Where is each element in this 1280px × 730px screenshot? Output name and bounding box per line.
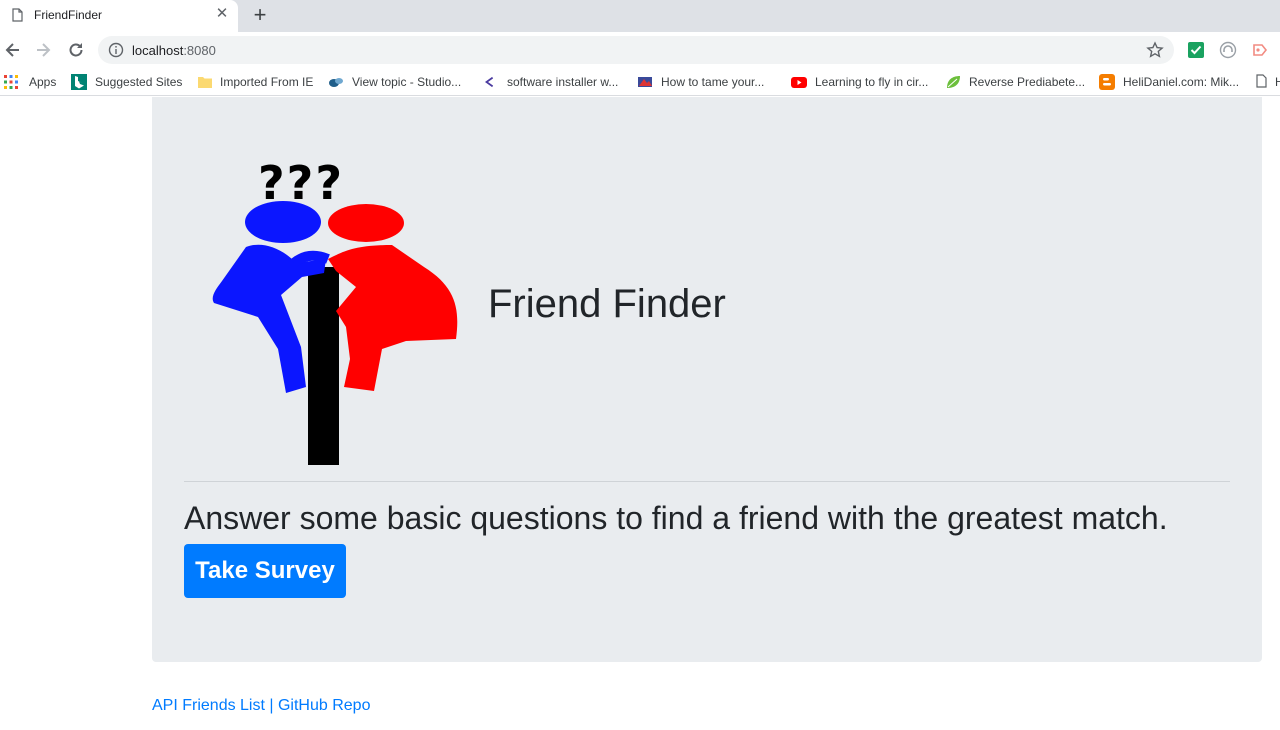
- jumbotron: ??? Friend Finder Answer some basic ques…: [152, 97, 1262, 662]
- leaf-icon: [947, 76, 960, 88]
- url-host: localhost: [132, 43, 184, 58]
- footer-links: API Friends List | GitHub Repo: [152, 697, 370, 715]
- bookmark-apps[interactable]: Apps: [3, 74, 56, 90]
- bookmark-label: Suggested Sites: [95, 75, 183, 89]
- bookmark-label: HeliDaniel.com: Mik...: [1123, 75, 1240, 89]
- bookmark-star-icon[interactable]: [1146, 41, 1164, 59]
- bookmark-label: Imported From IE: [220, 75, 314, 89]
- bookmark-learning-to-fly[interactable]: Learning to fly in cir...: [791, 74, 928, 90]
- bookmark-software-installer[interactable]: software installer w...: [483, 74, 618, 90]
- reload-icon[interactable]: [66, 40, 86, 60]
- youtube-icon: [791, 77, 807, 88]
- tab-friendfinder[interactable]: FriendFinder ✕: [0, 0, 238, 32]
- divider: [184, 481, 1230, 482]
- bookmark-label: How to tame your...: [661, 75, 765, 89]
- bookmark-label: Learning to fly in cir...: [815, 75, 929, 89]
- url-text[interactable]: localhost:8080: [132, 43, 216, 58]
- take-survey-button[interactable]: Take Survey: [184, 544, 346, 598]
- browser-toolbar: localhost:8080: [0, 32, 1280, 68]
- cast-extension-icon[interactable]: [1251, 41, 1269, 59]
- lead-text: Answer some basic questions to find a fr…: [184, 500, 1168, 536]
- page-content: ??? Friend Finder Answer some basic ques…: [0, 97, 1280, 730]
- site-icon: [638, 77, 652, 87]
- url-port: :8080: [183, 43, 216, 58]
- angle-icon: [484, 76, 494, 88]
- api-friends-list-link[interactable]: API Friends List: [152, 697, 265, 714]
- page-icon: [1256, 74, 1267, 88]
- bookmark-label: View topic - Studio...: [352, 75, 462, 89]
- close-tab-icon[interactable]: ✕: [214, 6, 230, 22]
- bookmark-view-topic[interactable]: View topic - Studio...: [328, 74, 461, 90]
- bookmark-h[interactable]: H: [1256, 74, 1280, 90]
- info-icon[interactable]: [108, 42, 124, 58]
- apps-grid-icon: [4, 75, 18, 89]
- bookmark-imported-from-ie[interactable]: Imported From IE: [197, 74, 313, 90]
- new-tab-button[interactable]: +: [250, 4, 270, 26]
- studio-icon: [329, 78, 343, 87]
- page-title: Friend Finder: [488, 282, 726, 326]
- checkmark-extension-icon[interactable]: [1187, 41, 1205, 59]
- bookmark-label: H: [1275, 75, 1280, 89]
- bookmark-helidaniel[interactable]: HeliDaniel.com: Mik...: [1099, 74, 1239, 90]
- address-bar[interactable]: localhost:8080: [98, 36, 1174, 64]
- page-icon: [12, 8, 23, 22]
- github-repo-link[interactable]: GitHub Repo: [278, 697, 371, 714]
- footer-separator: |: [264, 697, 278, 714]
- tab-strip: FriendFinder ✕ +: [0, 0, 1280, 32]
- bing-icon: [71, 74, 87, 90]
- bookmark-how-to-tame[interactable]: How to tame your...: [637, 74, 764, 90]
- forward-arrow-icon[interactable]: [33, 40, 53, 60]
- blogger-icon: [1099, 74, 1115, 90]
- friend-finder-logo: ???: [212, 159, 458, 465]
- bookmark-suggested-sites[interactable]: Suggested Sites: [71, 74, 182, 90]
- bookmark-label: Apps: [29, 75, 57, 89]
- headphones-extension-icon[interactable]: [1219, 41, 1237, 59]
- bookmark-label: Reverse Prediabete...: [969, 75, 1086, 89]
- bookmark-reverse-prediabetes[interactable]: Reverse Prediabete...: [945, 74, 1085, 90]
- back-arrow-icon[interactable]: [3, 40, 23, 60]
- bookmarks-bar: Apps Suggested Sites Imported From IE Vi…: [0, 68, 1280, 96]
- bookmark-label: software installer w...: [507, 75, 619, 89]
- tab-title: FriendFinder: [34, 8, 103, 22]
- folder-icon: [198, 77, 212, 88]
